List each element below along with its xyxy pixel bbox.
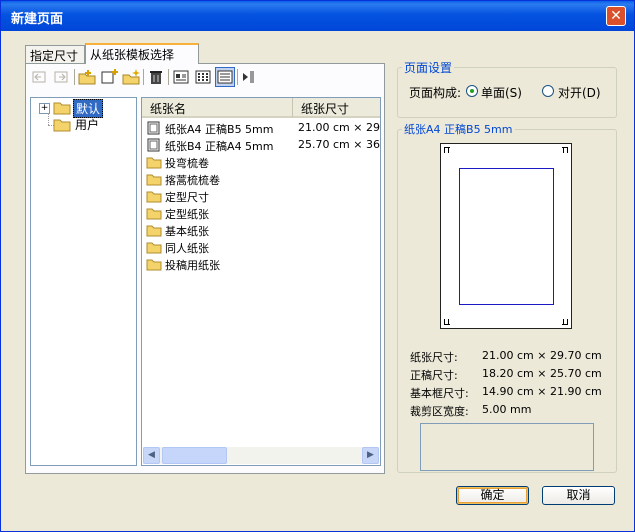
page-layout-label: 页面构成: bbox=[409, 86, 462, 100]
page-icon bbox=[146, 138, 162, 155]
folder-icon bbox=[146, 223, 162, 240]
folder-icon bbox=[146, 240, 162, 257]
folder-icon bbox=[146, 155, 162, 172]
folder-icon bbox=[146, 172, 162, 189]
folder-icon bbox=[146, 189, 162, 206]
list-row-size: 25.70 cm × 36 bbox=[298, 138, 380, 151]
preview-title: 纸张A4 正稿B5 5mm bbox=[402, 121, 515, 137]
dialog-window: 新建页面 ✕ 指定尺寸 从纸张模板选择 + 默认 用户 纸张名 纸张尺寸 纸张A… bbox=[0, 0, 635, 532]
radio-spread-page[interactable] bbox=[542, 85, 554, 97]
list-row-name: 揢蒿梳梳卷 bbox=[165, 174, 220, 187]
list-row-name: 纸张A4 正稿B5 5mm bbox=[165, 123, 274, 136]
list-row-name: 纸张B4 正稿A4 5mm bbox=[165, 140, 274, 153]
ok-button[interactable]: 确定 bbox=[456, 486, 529, 505]
title-bar[interactable]: 新建页面 ✕ bbox=[1, 1, 634, 31]
folder-icon bbox=[53, 119, 71, 132]
list-row-size: 21.00 cm × 29 bbox=[298, 121, 380, 134]
details-view-icon[interactable] bbox=[215, 67, 235, 87]
folder-icon bbox=[53, 102, 71, 115]
scroll-right-button[interactable]: ▶ bbox=[362, 447, 379, 464]
folder-icon bbox=[146, 206, 162, 223]
list-row-name: 基本纸张 bbox=[165, 225, 209, 238]
small-icons-view-icon[interactable] bbox=[193, 67, 213, 87]
page-preview bbox=[440, 143, 572, 329]
description-box bbox=[420, 423, 594, 471]
list-row-name: 同人纸张 bbox=[165, 242, 209, 255]
list-row-name: 投弯梳卷 bbox=[165, 157, 209, 170]
radio-spread-page-label[interactable]: 对开(D) bbox=[558, 84, 601, 101]
page-icon bbox=[146, 121, 162, 138]
radio-single-page[interactable] bbox=[466, 85, 478, 97]
new-folder-icon[interactable] bbox=[77, 67, 97, 87]
template-list[interactable]: 纸张名 纸张尺寸 纸张A4 正稿B5 5mm 21.00 cm × 29 纸张B4 … bbox=[141, 97, 381, 466]
horizontal-scrollbar[interactable]: ◀ ▶ bbox=[143, 447, 379, 464]
forward-icon[interactable] bbox=[51, 67, 71, 87]
list-row-name: 投稿用纸张 bbox=[165, 259, 220, 272]
column-header-size[interactable]: 纸张尺寸 bbox=[293, 98, 380, 118]
folder-icon bbox=[146, 257, 162, 274]
window-title: 新建页面 bbox=[11, 12, 64, 27]
column-header-name[interactable]: 纸张名 bbox=[142, 98, 293, 118]
new-template-icon[interactable] bbox=[121, 67, 141, 87]
new-page-icon[interactable] bbox=[99, 67, 119, 87]
basic-frame bbox=[459, 168, 554, 305]
large-icons-view-icon[interactable] bbox=[171, 67, 191, 87]
delete-icon[interactable] bbox=[146, 67, 166, 87]
tree-item-user[interactable]: 用户 bbox=[75, 116, 99, 133]
back-icon[interactable] bbox=[29, 67, 49, 87]
list-row-name: 定型纸张 bbox=[165, 208, 209, 221]
tab-specify-size[interactable]: 指定尺寸 bbox=[25, 45, 85, 63]
page-settings-title: 页面设置 bbox=[402, 59, 455, 76]
cancel-button[interactable]: 取消 bbox=[542, 486, 615, 505]
up-arrow-icon[interactable] bbox=[239, 67, 259, 87]
radio-single-page-label[interactable]: 单面(S) bbox=[481, 84, 522, 101]
folder-tree[interactable]: + 默认 用户 bbox=[30, 97, 137, 466]
scroll-left-button[interactable]: ◀ bbox=[143, 447, 160, 464]
list-row-name: 定型尺寸 bbox=[165, 191, 209, 204]
close-button[interactable]: ✕ bbox=[606, 6, 626, 26]
tab-template-select[interactable]: 从纸张模板选择 bbox=[85, 43, 199, 64]
scroll-thumb[interactable] bbox=[162, 447, 227, 464]
